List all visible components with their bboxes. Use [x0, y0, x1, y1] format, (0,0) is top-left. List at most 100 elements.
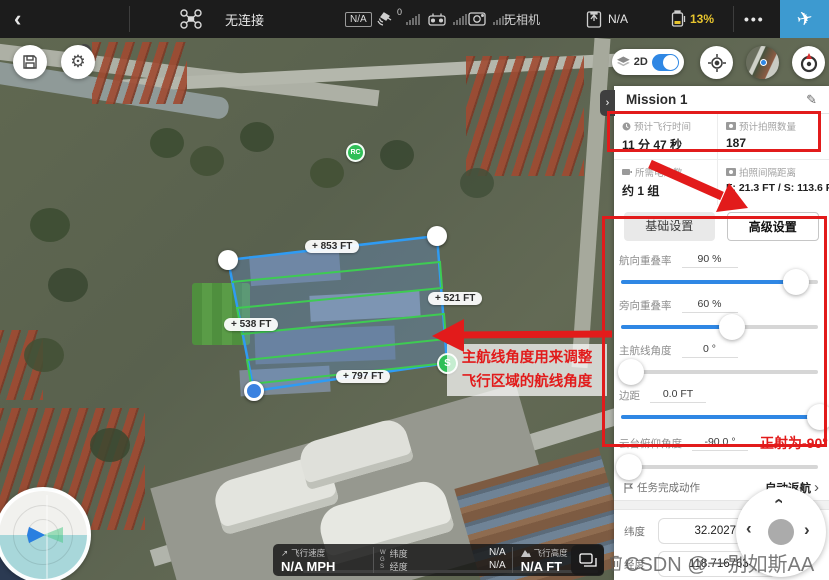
side-overlap-value[interactable]: 60 % — [682, 298, 738, 313]
map-buildings-campus — [249, 250, 341, 286]
back-button[interactable]: ‹ — [14, 0, 21, 38]
lat-label: 纬度 — [390, 547, 408, 560]
nudge-right-icon[interactable]: › — [804, 520, 810, 540]
latitude-label: 纬度 — [624, 524, 650, 539]
more-menu-button[interactable]: ••• — [744, 0, 765, 38]
compass-button[interactable] — [792, 46, 825, 79]
mission-stats: 预计飞行时间 11 分 47 秒 预计拍照数量 187 所需电池数 约 1 组 … — [614, 114, 829, 205]
front-overlap-value[interactable]: 90 % — [682, 253, 738, 268]
map-buildings-red — [92, 42, 187, 104]
speed-value: N/A MPH — [281, 559, 365, 574]
side-overlap-slider[interactable] — [619, 314, 820, 340]
takeoff-button[interactable]: ✈ — [780, 0, 829, 38]
edit-mission-icon[interactable]: ✎ — [806, 92, 817, 108]
nudge-left-icon[interactable]: › — [746, 520, 752, 540]
map-trees — [150, 128, 184, 158]
save-icon — [22, 54, 38, 70]
locate-icon — [708, 54, 726, 72]
slider-knob[interactable] — [618, 359, 644, 385]
save-mission-button[interactable] — [13, 45, 47, 79]
margin-value[interactable]: 0.0 FT — [650, 388, 706, 403]
camera-link-icon — [468, 0, 486, 38]
drone-icon — [180, 0, 202, 38]
flag-icon — [624, 483, 633, 493]
clock-icon — [622, 122, 631, 131]
stat-batteries: 所需电池数 约 1 组 — [614, 160, 718, 205]
map-buildings-campus — [309, 290, 420, 322]
wgs-label: WGS — [380, 544, 386, 576]
slider-knob[interactable] — [616, 454, 642, 480]
minimap-position-dot — [760, 59, 767, 66]
app-screen: RC S + 853 FT + 521 FT + 538 FT + 797 FT… — [0, 0, 829, 580]
slider-knob[interactable] — [807, 404, 829, 430]
gps-signal-bars — [406, 14, 420, 25]
nudge-center[interactable] — [768, 519, 794, 545]
tab-advanced-settings[interactable]: 高级设置 — [727, 212, 820, 241]
panel-collapse-handle[interactable]: › — [600, 90, 615, 116]
route-angle-slider[interactable] — [619, 359, 820, 385]
polygon-vertex-selected[interactable] — [244, 381, 264, 401]
route-angle-annotation: 主航线角度用来调整 飞行区域的航线角度 — [447, 344, 607, 396]
top-status-bar: ‹ 无连接 N/A 0 无相机 N/A 13% ••• ✈ — [0, 0, 829, 38]
edge-length-label: + 797 FT — [336, 370, 390, 383]
rc-icon — [428, 0, 446, 38]
speed-icon: ↗ — [281, 548, 288, 559]
map-buildings-red — [466, 56, 584, 176]
slider-knob[interactable] — [719, 314, 745, 340]
edge-length-label: + 853 FT — [305, 240, 359, 253]
aircraft-heading-icon — [0, 491, 91, 580]
gear-icon: ⚙ — [70, 52, 85, 72]
photo-layers-icon — [579, 553, 597, 568]
screenshot-button[interactable] — [571, 545, 604, 575]
gimbal-annotation: 正射为-90° — [760, 433, 828, 453]
slider-knob[interactable] — [783, 269, 809, 295]
camera-status: 无相机 — [504, 0, 540, 38]
airplane-icon: ✈ — [794, 6, 814, 32]
watermark: CSDN @一别如斯AA — [609, 548, 814, 577]
trash-icon — [609, 555, 623, 571]
battery-icon — [622, 168, 632, 176]
lng-label: 经度 — [390, 560, 408, 573]
rc-signal-bars — [453, 14, 467, 25]
gimbal-pitch-value[interactable]: -90.0 ° — [692, 436, 748, 451]
altitude-icon — [521, 549, 531, 557]
map-buildings-campus — [254, 326, 395, 365]
chevron-right-icon: › — [814, 479, 819, 496]
stat-flight-time: 预计飞行时间 11 分 47 秒 — [614, 114, 718, 160]
checklist-icon[interactable] — [586, 0, 603, 38]
setting-gimbal-pitch: 云台俯仰角度 -90.0 ° 正射为-90° — [614, 430, 829, 475]
setting-margin: 边距 0.0 FT — [614, 385, 829, 430]
route-angle-value[interactable]: 0 ° — [682, 343, 738, 358]
polygon-vertex[interactable] — [218, 250, 238, 270]
gimbal-pitch-slider[interactable] — [619, 454, 820, 480]
locate-button[interactable] — [700, 46, 733, 79]
stat-photo-count: 预计拍照数量 187 — [718, 114, 829, 160]
settings-tabs: 基础设置 高级设置 — [614, 205, 829, 250]
mission-settings-button[interactable]: ⚙ — [61, 45, 95, 79]
telemetry-bar: ↗飞行速度 N/A MPH WGS 纬度N/A 经度N/A 飞行高度 N/A F… — [273, 544, 604, 576]
map-2d-switch[interactable] — [652, 54, 679, 71]
map-mode-toggle[interactable]: 2D — [612, 49, 684, 75]
battery-percent: 13% — [690, 0, 714, 38]
map-trees — [30, 208, 70, 242]
polygon-vertex[interactable] — [427, 226, 447, 246]
rc-location-marker[interactable]: RC — [346, 143, 365, 162]
advanced-settings: 航向重叠率 90 % 旁向重叠率 60 % 主航线角度 — [614, 250, 829, 475]
tab-basic-settings[interactable]: 基础设置 — [624, 212, 715, 241]
edge-length-label: + 538 FT — [224, 318, 278, 331]
minimap-button[interactable] — [746, 46, 779, 79]
altitude-label: 飞行高度 — [534, 547, 568, 559]
speed-cell: ↗飞行速度 N/A MPH — [273, 544, 373, 576]
camera-icon — [726, 168, 736, 176]
margin-slider[interactable] — [619, 404, 820, 430]
map-field — [192, 283, 250, 345]
layers-icon — [617, 56, 630, 68]
gps-icon — [376, 0, 393, 38]
setting-front-overlap: 航向重叠率 90 % — [614, 250, 829, 295]
nudge-up-icon[interactable]: › — [768, 498, 788, 504]
front-overlap-slider[interactable] — [619, 269, 820, 295]
flight-mode-badge: N/A — [345, 12, 372, 27]
lng-value: N/A — [489, 560, 506, 573]
lat-value: N/A — [489, 547, 506, 560]
setting-route-angle: 主航线角度 0 ° — [614, 340, 829, 385]
